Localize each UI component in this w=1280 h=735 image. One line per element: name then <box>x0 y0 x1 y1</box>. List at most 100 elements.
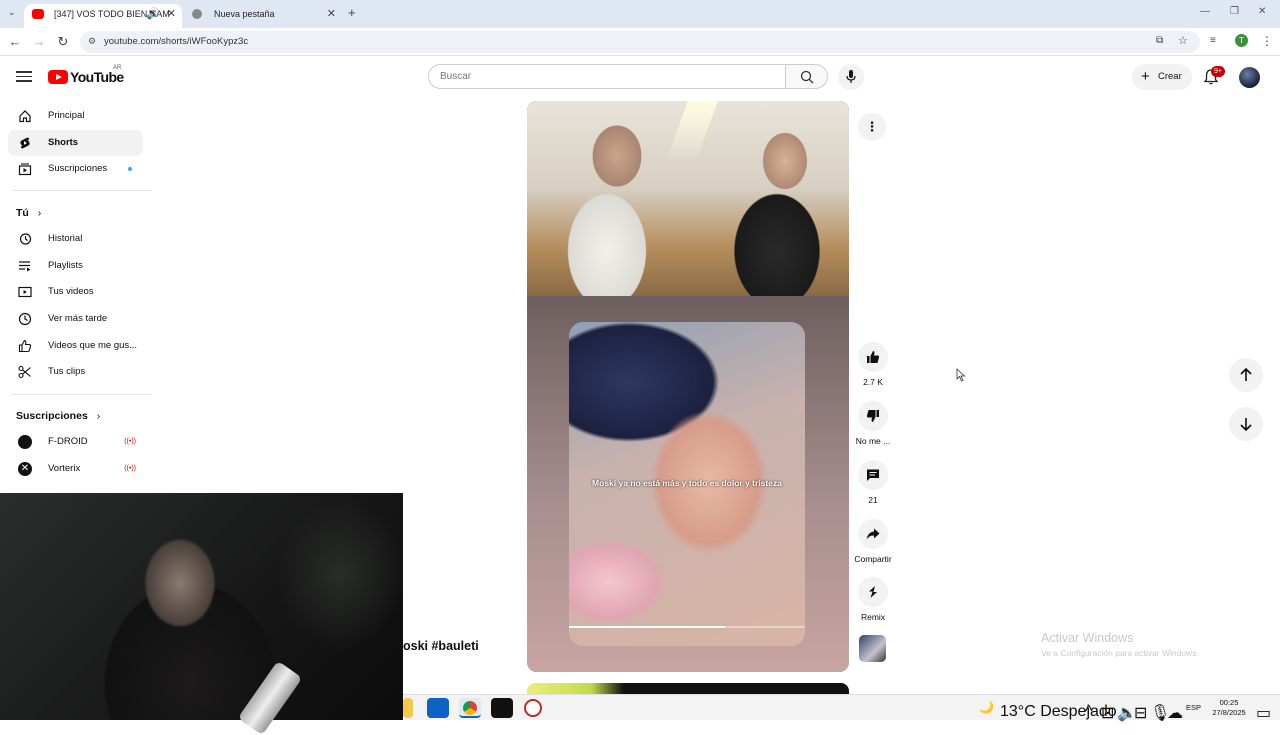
subscriptions-icon <box>18 163 32 176</box>
clock-date: 27/8/2025 <box>1212 708 1246 717</box>
new-content-dot <box>128 167 132 171</box>
sidebar-item-principal[interactable]: Principal <box>8 103 143 129</box>
back-icon[interactable]: ← <box>7 34 23 49</box>
tab-new[interactable]: Nueva pestaña ✕ <box>184 4 342 28</box>
forward-icon[interactable]: → <box>31 34 47 49</box>
audio-source-thumbnail[interactable] <box>859 635 886 662</box>
search-placeholder: Buscar <box>440 71 472 82</box>
tab-youtube[interactable]: [347] VOS TODO BIEN CAM 🔊 ✕ <box>24 4 182 28</box>
sidebar-heading-subscriptions[interactable]: Suscripciones › <box>16 410 100 422</box>
weather-moon-icon: 🌙 <box>979 700 994 714</box>
reload-icon[interactable]: ↻ <box>55 34 71 50</box>
sidebar-heading-you[interactable]: Tú › <box>16 207 41 219</box>
channel-avatar <box>18 435 32 449</box>
sidebar-item-ver-mas-tarde[interactable]: Ver más tarde <box>8 306 143 332</box>
dislike-label: No me ... <box>855 436 891 446</box>
sidebar: Principal Shorts Suscripciones Tú › Hist… <box>0 98 152 493</box>
tray-chevron-icon[interactable]: ^ <box>1085 703 1093 721</box>
minimize-icon[interactable]: — <box>1200 6 1210 17</box>
shorts-video-player[interactable]: Moski ya no está más y todo es dolor y t… <box>527 101 849 672</box>
media-control-icon[interactable]: ≡ <box>1210 35 1216 46</box>
watch-later-icon <box>18 312 32 326</box>
sidebar-item-label: Videos que me gus... <box>48 340 138 351</box>
weather-text[interactable]: 13°C Despejado <box>1000 703 1117 721</box>
sidebar-item-historial[interactable]: Historial <box>8 226 143 252</box>
sidebar-item-videos-que-me-gustan[interactable]: Videos que me gus... <box>8 333 143 359</box>
bookmark-star-icon[interactable]: ☆ <box>1178 34 1188 47</box>
mouse-cursor-icon <box>956 368 966 382</box>
live-icon: ((•)) <box>124 438 136 445</box>
outlook-icon[interactable] <box>427 698 449 718</box>
like-button[interactable] <box>858 342 888 372</box>
video-hashtags[interactable]: oski #bauleti <box>403 639 479 653</box>
next-short-button[interactable] <box>1229 407 1263 441</box>
sidebar-item-suscripciones[interactable]: Suscripciones <box>8 156 143 182</box>
sidebar-item-shorts[interactable]: Shorts <box>8 130 143 156</box>
video-caption: Moski ya no está más y todo es dolor y t… <box>592 478 782 488</box>
address-bar-row: ← → ↻ ⚙ youtube.com/shorts/iWFooKypz3c ⧉… <box>0 28 1280 56</box>
audio-icon[interactable]: 🔊 <box>146 4 160 24</box>
browser-menu-icon[interactable]: ⋮ <box>1261 34 1273 48</box>
create-button[interactable]: + Crear <box>1132 64 1192 90</box>
window-close-icon[interactable]: ✕ <box>1258 6 1266 17</box>
your-videos-icon <box>18 286 32 298</box>
sidebar-item-playlists[interactable]: Playlists <box>8 253 143 279</box>
tray-app-icon[interactable]: ⊟ <box>1134 703 1147 723</box>
previous-short-button[interactable] <box>1229 358 1263 392</box>
sidebar-channel-fdroid[interactable]: F-DROID ((•)) <box>8 429 143 455</box>
search-input[interactable]: Buscar <box>428 64 786 89</box>
account-avatar[interactable] <box>1239 67 1260 88</box>
notifications-badge: 9+ <box>1211 66 1225 77</box>
sidebar-channel-vorterix[interactable]: ✕ Vorterix ((•)) <box>8 456 143 482</box>
chrome-taskbar-icon[interactable] <box>459 698 481 718</box>
terminal-icon[interactable] <box>491 698 513 718</box>
microphone-icon <box>846 70 856 83</box>
dislike-button[interactable] <box>858 401 888 431</box>
share-button[interactable] <box>858 519 888 549</box>
restore-icon[interactable]: ❐ <box>1230 6 1239 17</box>
language-indicator[interactable]: ESP <box>1186 703 1201 712</box>
logo-text: YouTube <box>70 69 124 85</box>
arrow-up-icon <box>1240 367 1252 381</box>
embedded-clip: Moski ya no está más y todo es dolor y t… <box>569 322 805 646</box>
remix-label: Remix <box>860 612 886 622</box>
more-options-icon[interactable]: ⋮ <box>858 113 886 141</box>
channel-avatar: ✕ <box>18 462 32 476</box>
tray-app-icon[interactable]: ⊡ <box>1101 703 1114 723</box>
install-app-icon[interactable]: ⧉ <box>1156 35 1163 46</box>
remix-button[interactable] <box>858 577 888 607</box>
site-info-icon[interactable]: ⚙ <box>88 36 96 47</box>
browser-tab-bar: ⌄ [347] VOS TODO BIEN CAM 🔊 ✕ Nueva pest… <box>0 0 1280 28</box>
webcam-overlay <box>0 493 403 735</box>
new-tab-icon[interactable]: + <box>348 5 356 20</box>
sidebar-item-label: Vorterix <box>48 463 81 474</box>
comments-button[interactable] <box>858 460 888 490</box>
clips-icon <box>18 365 31 379</box>
search-button[interactable] <box>786 64 828 89</box>
url-field[interactable]: ⚙ youtube.com/shorts/iWFooKypz3c ⧉ ☆ <box>80 31 1200 53</box>
sidebar-item-label: Tus clips <box>48 366 86 377</box>
notifications-center-icon[interactable]: ▭ <box>1256 703 1271 723</box>
sidebar-item-label: Historial <box>48 233 83 244</box>
hamburger-menu-icon[interactable] <box>16 68 32 84</box>
sidebar-item-tus-clips[interactable]: Tus clips <box>8 359 143 385</box>
profile-avatar[interactable]: T <box>1235 34 1248 47</box>
home-icon <box>19 110 31 123</box>
shorts-icon <box>20 137 30 149</box>
comments-count: 21 <box>868 495 878 505</box>
recording-app-icon[interactable] <box>524 699 542 717</box>
sidebar-item-label: Tus videos <box>48 286 94 297</box>
tab-title: Nueva pestaña <box>214 9 275 19</box>
sidebar-divider <box>12 190 152 191</box>
file-explorer-icon[interactable] <box>403 698 413 718</box>
activate-subtitle: Ve a Configuración para activar Windows. <box>1041 648 1199 658</box>
system-clock[interactable]: 00:25 27/8/2025 <box>1204 698 1254 718</box>
sidebar-item-tus-videos[interactable]: Tus videos <box>8 279 143 305</box>
search-icon <box>800 70 814 84</box>
close-tab-icon[interactable]: ✕ <box>167 4 176 24</box>
windows-activation-watermark: Activar Windows Ve a Configuración para … <box>1041 631 1199 658</box>
tab-list-icon[interactable]: ⌄ <box>8 7 16 18</box>
cloud-icon[interactable]: ☁ <box>1167 703 1183 723</box>
voice-search-button[interactable] <box>838 64 864 90</box>
close-tab-icon[interactable]: ✕ <box>327 4 336 24</box>
